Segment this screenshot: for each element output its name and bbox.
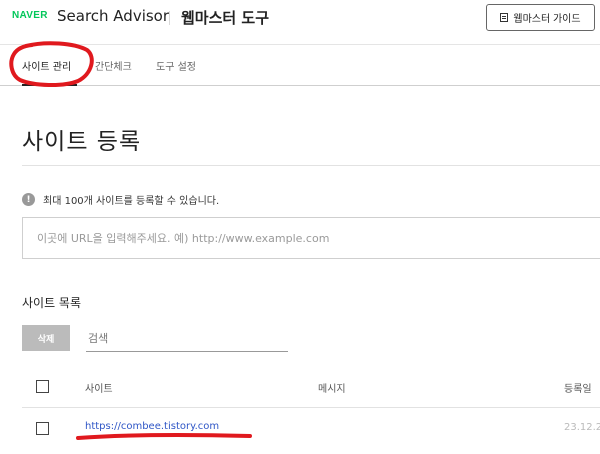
title-divider bbox=[22, 165, 600, 166]
tab-bar: 사이트 관리 간단체크 도구 설정 bbox=[0, 44, 600, 86]
document-icon bbox=[500, 13, 509, 22]
tool-title: 웹마스터 도구 bbox=[181, 9, 270, 27]
column-date: 등록일 bbox=[564, 384, 592, 395]
info-notice: ! 최대 100개 사이트를 등록할 수 있습니다. bbox=[22, 192, 219, 207]
app-name[interactable]: Search Advisor bbox=[57, 7, 169, 25]
tab-tool-settings[interactable]: 도구 설정 bbox=[156, 58, 196, 73]
tab-site-management[interactable]: 사이트 관리 bbox=[22, 58, 71, 73]
site-list-title: 사이트 목록 bbox=[22, 296, 82, 310]
delete-button[interactable]: 삭제 bbox=[22, 325, 70, 351]
page-title: 사이트 등록 bbox=[22, 129, 142, 155]
naver-logo[interactable]: NAVER bbox=[12, 10, 48, 21]
header-bar: NAVER Search Advisor 웹마스터 도구 웹마스터 가이드 bbox=[0, 0, 600, 38]
webmaster-guide-button[interactable]: 웹마스터 가이드 bbox=[486, 4, 595, 31]
row-checkbox[interactable] bbox=[36, 422, 49, 435]
select-all-checkbox[interactable] bbox=[36, 380, 49, 393]
header-divider bbox=[169, 11, 170, 25]
column-site: 사이트 bbox=[85, 384, 113, 395]
table-header: 사이트 메시지 등록일 bbox=[22, 368, 600, 408]
info-text: 최대 100개 사이트를 등록할 수 있습니다. bbox=[43, 196, 220, 207]
registration-date: 23.12.2 bbox=[564, 422, 600, 433]
site-link[interactable]: https://combee.tistory.com bbox=[85, 421, 219, 432]
site-url-input[interactable] bbox=[22, 217, 600, 259]
active-tab-indicator bbox=[22, 84, 77, 86]
webmaster-guide-label: 웹마스터 가이드 bbox=[513, 14, 581, 25]
info-icon: ! bbox=[22, 193, 35, 206]
column-message: 메시지 bbox=[318, 384, 346, 395]
table-row: https://combee.tistory.com 23.12.2 bbox=[22, 409, 600, 449]
site-search-input[interactable] bbox=[86, 325, 288, 352]
tab-quick-check[interactable]: 간단체크 bbox=[95, 58, 132, 73]
